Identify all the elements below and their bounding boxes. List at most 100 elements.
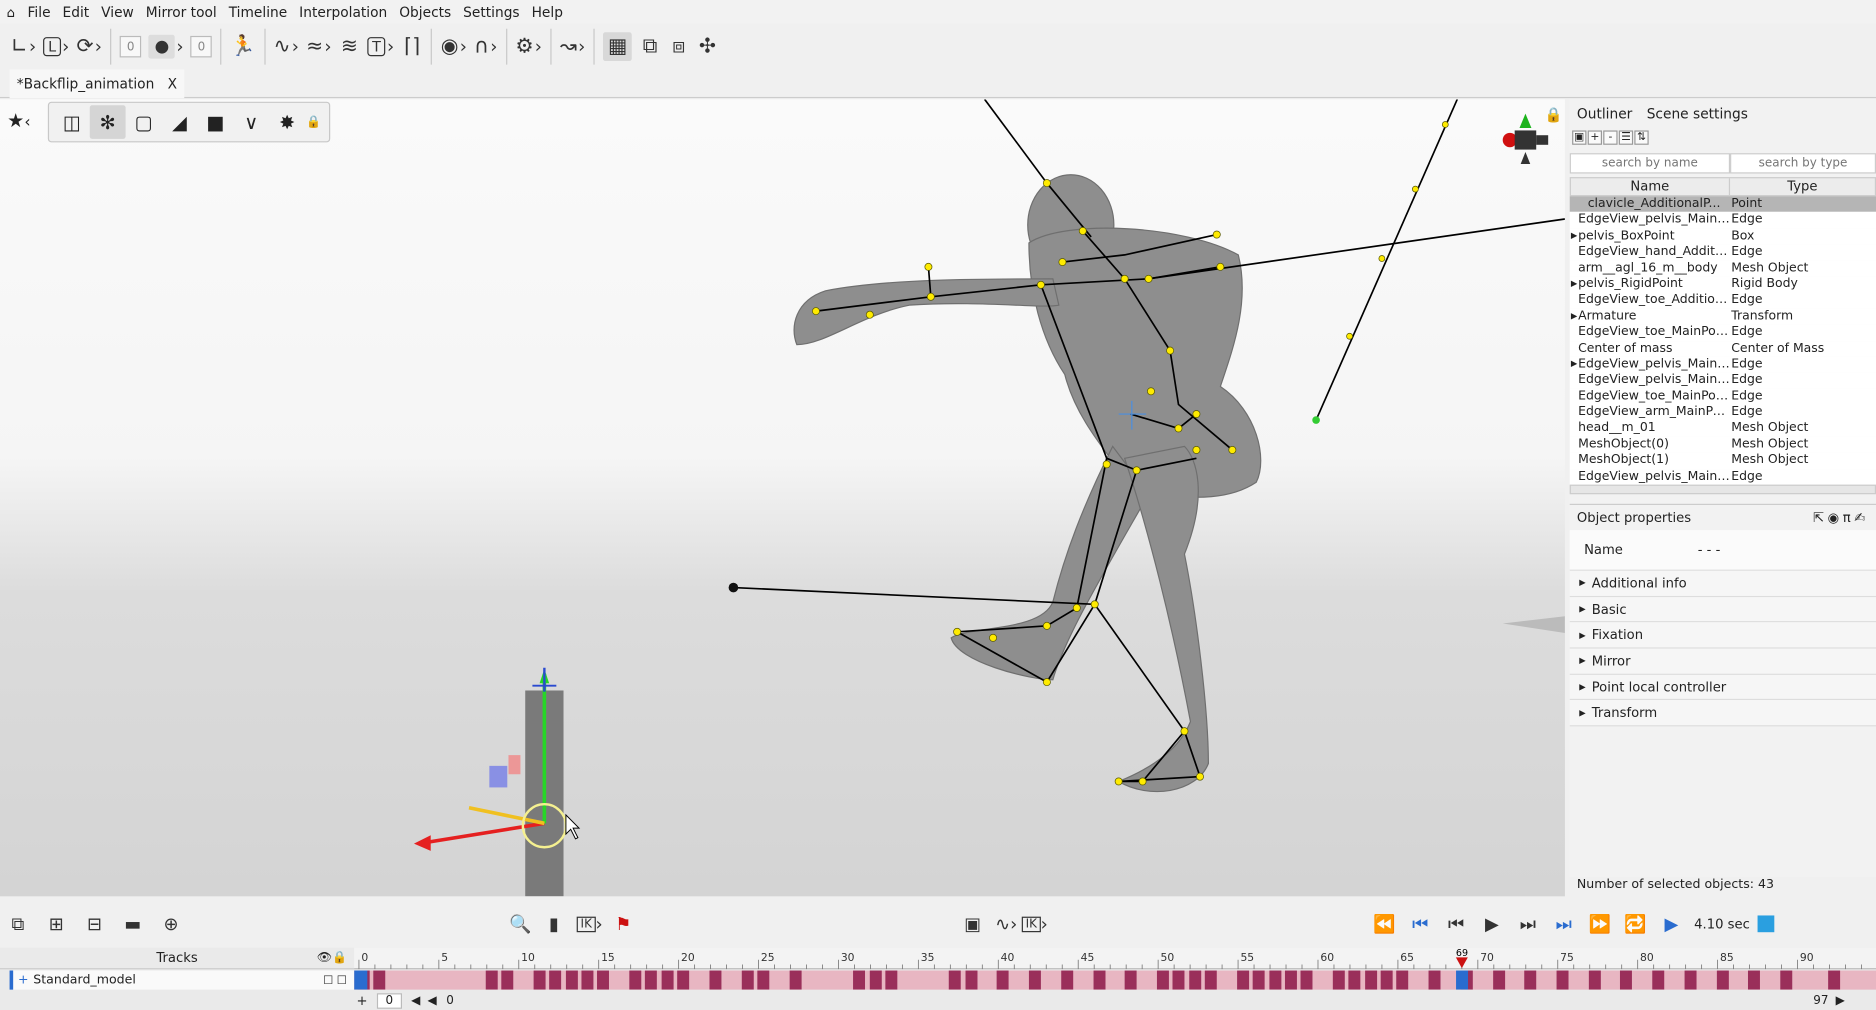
tab-outliner[interactable]: Outliner bbox=[1570, 105, 1640, 122]
property-section[interactable]: ▶ Transform bbox=[1569, 700, 1876, 727]
text-tool-icon[interactable]: T › bbox=[364, 30, 398, 64]
outliner-row[interactable]: ▶ Armature Transform bbox=[1569, 308, 1876, 325]
property-section[interactable]: ▶ Point local controller bbox=[1569, 674, 1876, 701]
outliner-row[interactable]: EdgeView_toe_Additional... Edge bbox=[1569, 292, 1876, 309]
outliner-row[interactable]: EdgeView_toe_MainPoin... Edge bbox=[1569, 388, 1876, 405]
keyframe[interactable] bbox=[757, 970, 770, 990]
keyframe[interactable] bbox=[1348, 970, 1361, 990]
go-start-icon[interactable]: ⏮ bbox=[1407, 909, 1433, 938]
property-section[interactable]: ▶ Additional info bbox=[1569, 570, 1876, 597]
keyframe[interactable] bbox=[629, 970, 642, 990]
outliner-row[interactable]: EdgeView_hand_Addition... Edge bbox=[1569, 244, 1876, 261]
axes-tool-icon[interactable]: ∟ › bbox=[7, 30, 40, 64]
keyframe[interactable] bbox=[1396, 970, 1409, 990]
tree-icon[interactable]: ☰ bbox=[1618, 130, 1634, 145]
ik-mode-icon[interactable]: IK › bbox=[576, 909, 603, 938]
menu-view[interactable]: View bbox=[95, 0, 140, 24]
add-icon[interactable]: + bbox=[1587, 130, 1603, 145]
section-expand-icon[interactable]: ▶ bbox=[1579, 578, 1585, 588]
keyframe[interactable] bbox=[1588, 970, 1601, 990]
keyframe[interactable] bbox=[965, 970, 978, 990]
keyframe[interactable] bbox=[1268, 970, 1281, 990]
column-header-type[interactable]: Type bbox=[1730, 178, 1875, 195]
graph-tool-icon[interactable]: ≈ › bbox=[302, 30, 335, 64]
keyframe[interactable] bbox=[1029, 970, 1042, 990]
start-keyframe[interactable] bbox=[354, 970, 368, 990]
keyframe[interactable] bbox=[581, 970, 594, 990]
keyframe[interactable] bbox=[533, 970, 546, 990]
keyframe[interactable] bbox=[565, 970, 578, 990]
keyframe[interactable] bbox=[1252, 970, 1265, 990]
outliner-row[interactable]: EdgeView_toe_MainPoint... Edge bbox=[1569, 324, 1876, 341]
layer-swap-icon[interactable]: ⧈ bbox=[664, 30, 693, 64]
curve-editor-icon[interactable]: ∿› bbox=[993, 909, 1019, 938]
filter-icon[interactable]: ⇅ bbox=[1634, 130, 1649, 145]
camera-icon[interactable]: ◉ › bbox=[437, 30, 470, 64]
keyframe[interactable] bbox=[1492, 970, 1505, 990]
property-section[interactable]: ▶ Basic bbox=[1569, 596, 1876, 623]
search-by-type-input[interactable] bbox=[1730, 153, 1876, 174]
expand-arrow-icon[interactable]: ▶ bbox=[1571, 356, 1577, 372]
name-value[interactable]: - - - bbox=[1698, 542, 1721, 558]
keyframe[interactable] bbox=[501, 970, 514, 990]
keyframe[interactable] bbox=[1716, 970, 1729, 990]
scroll-right-icon[interactable]: ▶ bbox=[1836, 994, 1845, 1007]
start-frame-field[interactable]: 0 bbox=[377, 993, 402, 1009]
wave-tool-icon[interactable]: ≋ bbox=[335, 30, 364, 64]
viewport-3d[interactable]: ★‹ ◫ ✻ ▢ ◢ ■ ∨ ✸ 🔒 🔒 bbox=[0, 99, 1565, 897]
properties-tools-icons[interactable]: ⇱◉π✍ bbox=[1813, 510, 1869, 526]
document-tab[interactable]: *Backflip_animation X bbox=[9, 69, 185, 99]
menu-timeline[interactable]: Timeline bbox=[223, 0, 293, 24]
duration-spin[interactable] bbox=[1757, 915, 1774, 933]
section-expand-icon[interactable]: ▶ bbox=[1579, 604, 1585, 614]
grid-icon[interactable]: ▦ bbox=[600, 30, 636, 64]
outliner-row[interactable]: MeshObject(0) Mesh Object bbox=[1569, 436, 1876, 453]
keyframe[interactable] bbox=[1300, 970, 1313, 990]
keyframe[interactable] bbox=[1188, 970, 1201, 990]
keyframe[interactable] bbox=[1380, 970, 1393, 990]
keyframe[interactable] bbox=[1364, 970, 1377, 990]
rewind-icon[interactable]: ⏪ bbox=[1371, 909, 1397, 938]
outliner-row[interactable]: EdgeView_arm_MainPoin... Edge bbox=[1569, 404, 1876, 421]
outliner-row[interactable]: clavicle_AdditionalP... Point bbox=[1569, 196, 1876, 213]
bracket-tool-icon[interactable]: ⌈⌉ bbox=[398, 30, 427, 64]
keyframe[interactable] bbox=[869, 970, 882, 990]
outliner-row[interactable]: ▶ pelvis_RigidPoint Rigid Body bbox=[1569, 276, 1876, 293]
play-icon[interactable]: ▶ bbox=[1479, 909, 1505, 938]
outliner-row[interactable]: ▶EdgeView_pelvis_MainPoi...Edge bbox=[1569, 356, 1876, 373]
scroll-left-icon[interactable]: ◀ bbox=[411, 994, 420, 1007]
keyframe[interactable] bbox=[885, 970, 898, 990]
keyframe[interactable] bbox=[485, 970, 498, 990]
arc-tool-icon[interactable]: ∩ › bbox=[471, 30, 501, 64]
fast-forward-icon[interactable]: ⏩ bbox=[1586, 909, 1612, 938]
property-section[interactable]: ▶ Fixation bbox=[1569, 622, 1876, 649]
gear-node-icon[interactable]: ⚙ › bbox=[512, 30, 546, 64]
keyframe[interactable] bbox=[1061, 970, 1073, 990]
menu-interpolation[interactable]: Interpolation bbox=[293, 0, 393, 24]
keyframe[interactable] bbox=[1092, 970, 1105, 990]
layer-icon[interactable]: ⧉ bbox=[636, 30, 665, 64]
outliner-row[interactable]: Center of mass Center of Mass bbox=[1569, 340, 1876, 357]
record-icon[interactable]: ● › bbox=[145, 30, 187, 64]
clip-icon[interactable]: ▬ bbox=[120, 909, 146, 938]
expand-track-icon[interactable]: + bbox=[18, 973, 29, 987]
play-speed-icon[interactable]: ▶ bbox=[1658, 909, 1684, 938]
add-layer-icon[interactable]: ⊞ bbox=[43, 909, 69, 938]
next-frame-icon[interactable]: ⏭ bbox=[1515, 909, 1541, 938]
flag-marker-icon[interactable]: ⚑ bbox=[610, 909, 636, 938]
key-filter-icon[interactable]: 🔍 bbox=[507, 909, 533, 938]
ik-timeline-icon[interactable]: IK › bbox=[1022, 909, 1048, 938]
keyframe[interactable] bbox=[709, 970, 722, 990]
outliner-row[interactable]: EdgeView_pelvis_MainPoi...Edge bbox=[1569, 212, 1876, 229]
section-expand-icon[interactable]: ▶ bbox=[1579, 708, 1585, 718]
current-keyframe[interactable] bbox=[1455, 970, 1468, 990]
add-marker-icon[interactable]: ⊕ bbox=[158, 909, 184, 938]
keyframe[interactable] bbox=[597, 970, 610, 990]
split-icon[interactable]: ▮ bbox=[541, 909, 567, 938]
section-expand-icon[interactable]: ▶ bbox=[1579, 656, 1585, 666]
section-expand-icon[interactable]: ▶ bbox=[1579, 682, 1585, 692]
outliner-row[interactable]: EdgeView_pelvis_MainPoi...Edge bbox=[1569, 468, 1876, 485]
timeline-ruler[interactable]: 0 5 10 15 20 25 30 35 40 45 50 55 60 65 70 75 80 85 90 69 bbox=[354, 947, 1876, 970]
go-end-icon[interactable]: ⏭ bbox=[1551, 909, 1577, 938]
add-track-icon[interactable]: ⧉ bbox=[5, 909, 31, 938]
